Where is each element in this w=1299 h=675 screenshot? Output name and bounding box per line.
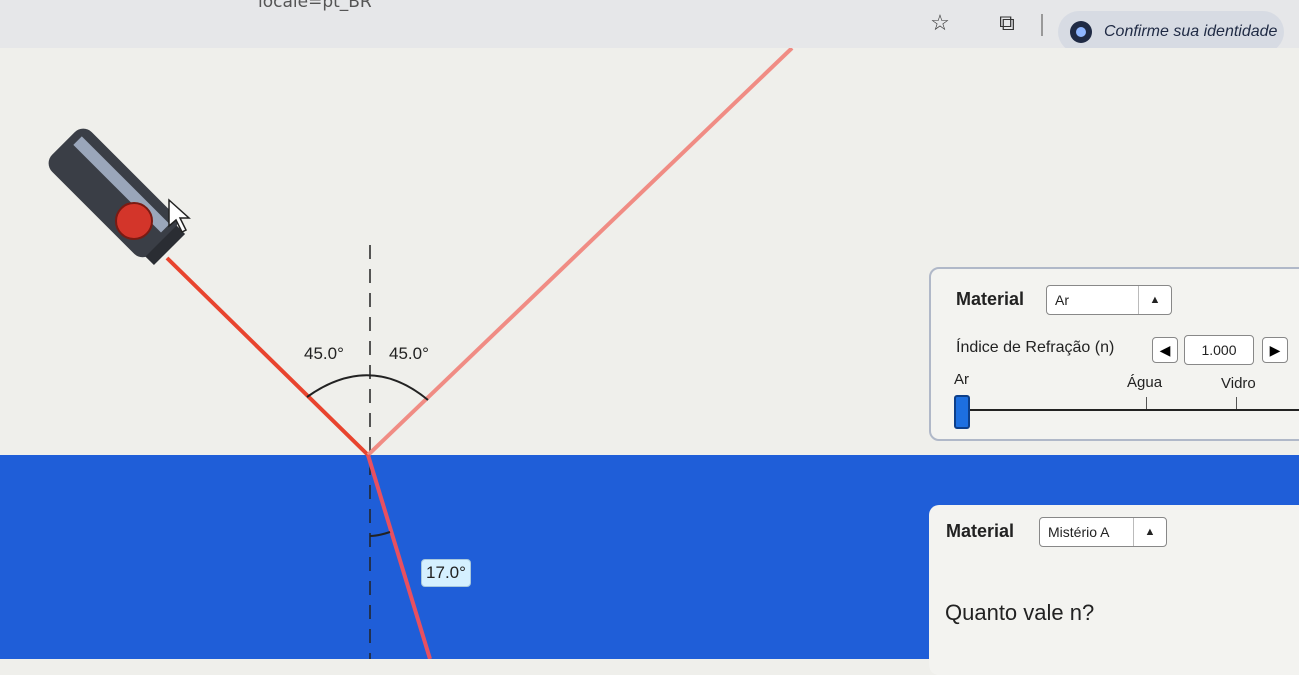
identity-button[interactable]: Confirme sua identidade [1058, 11, 1284, 53]
increment-index-button[interactable]: ▶ [1262, 337, 1288, 363]
lower-medium-control-panel: Material Mistério A ▲ [929, 505, 1299, 675]
upper-material-select[interactable]: Ar ▲ [1046, 285, 1172, 315]
address-bar-fragment[interactable]: locale=pt_BR [258, 0, 372, 12]
slider-tick-vidro: Vidro [1221, 375, 1256, 392]
lower-material-value: Mistério A [1048, 524, 1110, 540]
material-label: Material [956, 289, 1025, 309]
incidence-angle-label: 45.0° [304, 344, 344, 363]
browser-toolbar: locale=pt_BR ☆ ⧉ Confirme sua identidade [0, 0, 1299, 53]
slider-tick-mark [1146, 397, 1147, 409]
decrement-index-button[interactable]: ◀ [1152, 337, 1178, 363]
index-value: 1.000 [1201, 342, 1237, 358]
upper-medium-control-panel: Material Ar ▲ Índice de Refração (n) ◀ 1… [929, 267, 1299, 441]
upper-material-value: Ar [1055, 292, 1069, 308]
extensions-icon[interactable]: ⧉ [992, 8, 1022, 38]
toolbar-divider [1041, 14, 1043, 36]
slider-tick-mark [1236, 397, 1237, 409]
chevron-up-icon: ▲ [1133, 518, 1166, 546]
slider-tick-ar: Ar [954, 371, 969, 388]
lower-material-select[interactable]: Mistério A ▲ [1039, 517, 1167, 547]
profile-icon [1070, 21, 1092, 43]
question-text: Quanto vale n? [945, 600, 1095, 625]
chevron-up-icon: ▲ [1138, 286, 1171, 314]
laser-button[interactable] [115, 202, 153, 240]
index-value-field[interactable]: 1.000 [1184, 335, 1254, 365]
identity-label: Confirme sua identidade [1104, 23, 1278, 40]
bookmark-star-icon[interactable]: ☆ [925, 8, 955, 38]
index-label: Índice de Refração (n) [956, 339, 1115, 356]
refraction-angle-label: 17.0° [421, 559, 471, 587]
slider-tick-agua: Água [1127, 374, 1163, 391]
index-slider-track[interactable] [960, 409, 1299, 411]
material-label: Material [946, 521, 1015, 541]
index-slider-thumb[interactable] [954, 395, 970, 429]
reflection-angle-label: 45.0° [389, 344, 429, 363]
